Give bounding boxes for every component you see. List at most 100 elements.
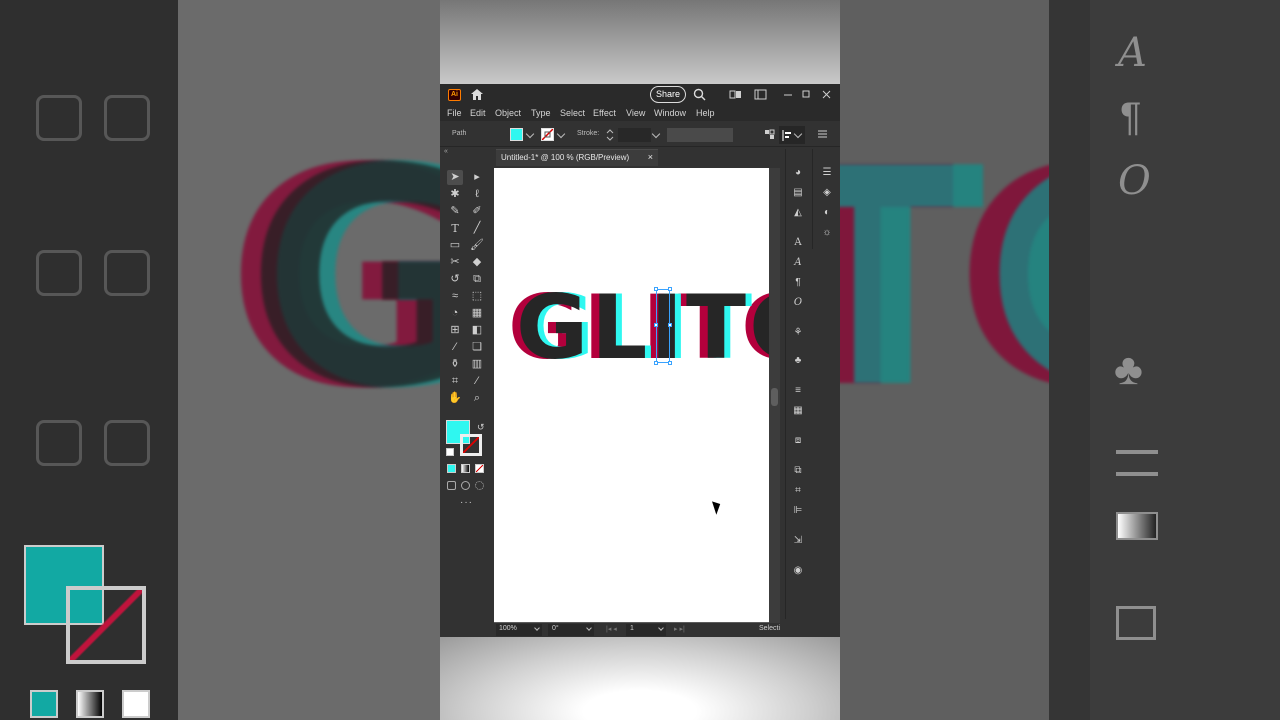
draw-normal-icon[interactable] — [447, 481, 456, 490]
selection-handle[interactable] — [654, 323, 658, 327]
warp-tool-icon[interactable]: ≈ — [447, 289, 463, 304]
pathfinder-panel-icon[interactable]: ⧉ — [791, 465, 805, 477]
stroke-weight-dropdown-icon[interactable] — [651, 129, 661, 139]
stroke-weight-stepper-icon[interactable] — [606, 128, 614, 142]
slice-tool-icon[interactable]: ⁄ — [469, 374, 485, 389]
scale-tool-icon[interactable]: ⧉ — [469, 272, 485, 287]
symbols-panel-icon[interactable]: ♣ — [791, 355, 805, 367]
menu-view[interactable]: View — [626, 108, 645, 118]
libraries-panel-icon[interactable]: ◐ — [820, 207, 834, 219]
stroke-color-swatch[interactable] — [541, 128, 554, 141]
first-artboard-icon[interactable]: |◂ ◂ — [606, 625, 617, 633]
perspective-grid-tool-icon[interactable]: ▦ — [469, 306, 485, 321]
asset-export-icon[interactable]: ◉ — [791, 565, 805, 577]
stroke-panel-icon[interactable]: ≡ — [791, 385, 805, 397]
draw-behind-icon[interactable] — [461, 481, 470, 490]
artboard-tool-icon[interactable]: ⌗ — [447, 374, 463, 389]
menu-effect[interactable]: Effect — [593, 108, 616, 118]
share-button[interactable]: Share — [650, 86, 686, 103]
none-mode-icon[interactable] — [475, 464, 484, 473]
fill-color-swatch[interactable] — [510, 128, 523, 141]
zoom-tool-icon[interactable]: ⌕ — [469, 391, 485, 406]
pen-tool-icon[interactable]: ✎ — [447, 204, 463, 219]
character-panel-icon[interactable]: A — [791, 237, 805, 249]
menu-type[interactable]: Type — [531, 108, 551, 118]
align-options-button[interactable] — [779, 126, 805, 144]
blend-tool-icon[interactable]: ❏ — [469, 340, 485, 355]
rotate-tool-icon[interactable]: ↺ — [447, 272, 463, 287]
symbol-sprayer-panel-icon[interactable]: ⚘ — [791, 327, 805, 339]
line-tool-icon[interactable]: ╱ — [469, 221, 485, 236]
hand-tool-icon[interactable]: ✋ — [447, 391, 463, 406]
panel-menu-icon[interactable] — [817, 129, 828, 140]
transparency-panel-icon[interactable]: ⧈ — [791, 435, 805, 447]
layers-panel-icon[interactable]: ◈ — [820, 187, 834, 199]
menu-object[interactable]: Object — [495, 108, 521, 118]
opentype-panel-icon[interactable]: O — [791, 297, 805, 309]
artboard[interactable]: GLITC GLITC GLITC — [494, 168, 769, 622]
document-tab[interactable]: Untitled-1* @ 100 % (RGB/Preview) × — [496, 149, 658, 166]
graph-tool-icon[interactable]: ▥ — [469, 357, 485, 372]
stroke-weight-input[interactable] — [618, 128, 651, 142]
gradient-tool-icon[interactable]: ◧ — [469, 323, 485, 338]
selection-handle[interactable] — [668, 361, 672, 365]
close-document-icon[interactable]: × — [648, 152, 653, 162]
menu-file[interactable]: File — [447, 108, 462, 118]
rectangle-tool-icon[interactable]: ▭ — [447, 238, 463, 253]
gradient-panel-icon[interactable]: ▦ — [791, 405, 805, 417]
eyedropper-tool-icon[interactable]: ⁄ — [447, 340, 463, 355]
close-window-icon[interactable] — [820, 88, 833, 101]
swap-fill-stroke-icon[interactable]: ↺ — [477, 422, 485, 433]
direct-selection-tool-icon[interactable]: ▸ — [469, 170, 485, 185]
menu-help[interactable]: Help — [696, 108, 715, 118]
curvature-tool-icon[interactable]: ✐ — [469, 204, 485, 219]
lasso-tool-icon[interactable]: ℓ — [469, 187, 485, 202]
home-icon[interactable] — [470, 88, 484, 101]
eraser-tool-icon[interactable]: ◆ — [469, 255, 485, 270]
menu-select[interactable]: Select — [560, 108, 585, 118]
brushes-panel-icon[interactable]: ◭ — [791, 207, 805, 219]
selection-handle[interactable] — [654, 287, 658, 291]
selection-handle[interactable] — [654, 361, 658, 365]
transform-icon[interactable] — [764, 129, 775, 140]
symbol-sprayer-tool-icon[interactable]: ⚱ — [447, 357, 463, 372]
collapse-tools-icon[interactable]: « — [444, 148, 448, 155]
gradient-mode-icon[interactable] — [461, 464, 470, 473]
menu-window[interactable]: Window — [654, 108, 686, 118]
vertical-scrollbar[interactable] — [769, 168, 780, 623]
workspace-icon[interactable] — [754, 88, 767, 101]
draw-inside-icon[interactable] — [475, 481, 484, 490]
search-icon[interactable] — [693, 88, 706, 101]
swatches-panel-icon[interactable]: ▤ — [791, 187, 805, 199]
menu-edit[interactable]: Edit — [470, 108, 486, 118]
selection-bounding-box[interactable] — [654, 287, 672, 365]
edit-toolbar-icon[interactable]: ··· — [460, 497, 473, 508]
variable-width-profile[interactable] — [667, 128, 733, 142]
mesh-tool-icon[interactable]: ⊞ — [447, 323, 463, 338]
shape-builder-tool-icon[interactable]: ◔ — [447, 306, 463, 321]
paintbrush-tool-icon[interactable]: 🖌 — [469, 238, 485, 253]
stroke-dropdown-icon[interactable] — [556, 129, 566, 139]
stroke-swatch[interactable] — [460, 434, 482, 456]
magic-wand-tool-icon[interactable]: ✱ — [447, 187, 463, 202]
next-artboard-icon[interactable]: ▸ ▸| — [674, 625, 685, 633]
arrange-documents-icon[interactable] — [729, 88, 742, 101]
fill-dropdown-icon[interactable] — [525, 129, 535, 139]
align-panel-icon[interactable]: ⊫ — [791, 505, 805, 517]
paragraph-panel-icon[interactable]: ¶ — [791, 277, 805, 289]
minimize-icon[interactable] — [782, 88, 795, 101]
maximize-icon[interactable] — [800, 88, 813, 101]
appearance-panel-icon[interactable]: ☼ — [820, 227, 834, 239]
type-tool-icon[interactable]: T — [447, 221, 463, 236]
shaper-tool-icon[interactable]: ✂ — [447, 255, 463, 270]
scrollbar-thumb[interactable] — [771, 388, 778, 406]
selection-handle[interactable] — [668, 323, 672, 327]
selection-handle[interactable] — [668, 287, 672, 291]
selection-tool-icon[interactable]: ➤ — [447, 170, 463, 185]
transform-panel-icon[interactable]: ⌗ — [791, 485, 805, 497]
default-fill-stroke-icon[interactable] — [446, 448, 454, 456]
export-panel-icon[interactable]: ⇲ — [791, 535, 805, 547]
free-transform-tool-icon[interactable]: ⬚ — [469, 289, 485, 304]
properties-panel-icon[interactable]: ☰ — [820, 167, 834, 179]
color-mode-icon[interactable] — [447, 464, 456, 473]
